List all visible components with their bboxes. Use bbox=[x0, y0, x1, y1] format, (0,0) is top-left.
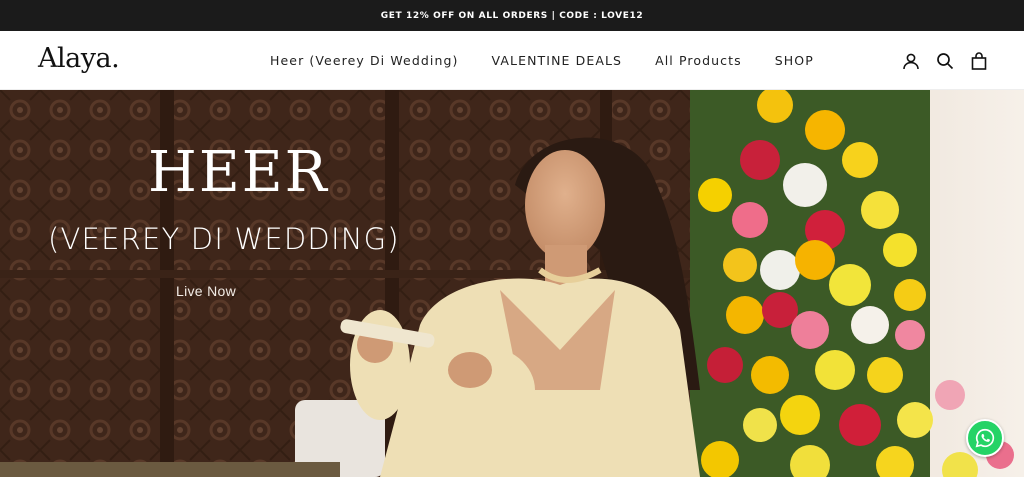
search-icon[interactable] bbox=[936, 52, 954, 70]
nav-item-valentine-deals[interactable]: VALENTINE DEALS bbox=[492, 53, 623, 68]
nav-item-all-products[interactable]: All Products bbox=[655, 53, 742, 68]
main-nav: Heer (Veerey Di Wedding) VALENTINE DEALS… bbox=[270, 31, 847, 90]
site-header: Alaya. Heer (Veerey Di Wedding) VALENTIN… bbox=[0, 31, 1024, 90]
hero-banner[interactable]: HEER (VEEREY DI WEDDING) Live Now bbox=[0, 90, 1024, 477]
nav-item-shop[interactable]: SHOP bbox=[775, 53, 814, 68]
account-icon[interactable] bbox=[902, 52, 920, 70]
whatsapp-button[interactable] bbox=[966, 419, 1004, 457]
cart-icon[interactable] bbox=[970, 51, 988, 70]
header-icons bbox=[902, 31, 988, 90]
whatsapp-icon bbox=[974, 427, 996, 449]
brand-logo[interactable]: Alaya. bbox=[38, 43, 120, 74]
live-now-link[interactable]: Live Now bbox=[176, 283, 236, 299]
nav-item-heer[interactable]: Heer (Veerey Di Wedding) bbox=[270, 53, 459, 68]
announcement-bar: GET 12% OFF ON ALL ORDERS | CODE : LOVE1… bbox=[0, 0, 1024, 31]
announcement-text: GET 12% OFF ON ALL ORDERS | CODE : LOVE1… bbox=[380, 10, 644, 21]
hero-subtitle: (VEEREY DI WEDDING) bbox=[48, 222, 400, 256]
hero-title: HEER bbox=[148, 140, 329, 205]
